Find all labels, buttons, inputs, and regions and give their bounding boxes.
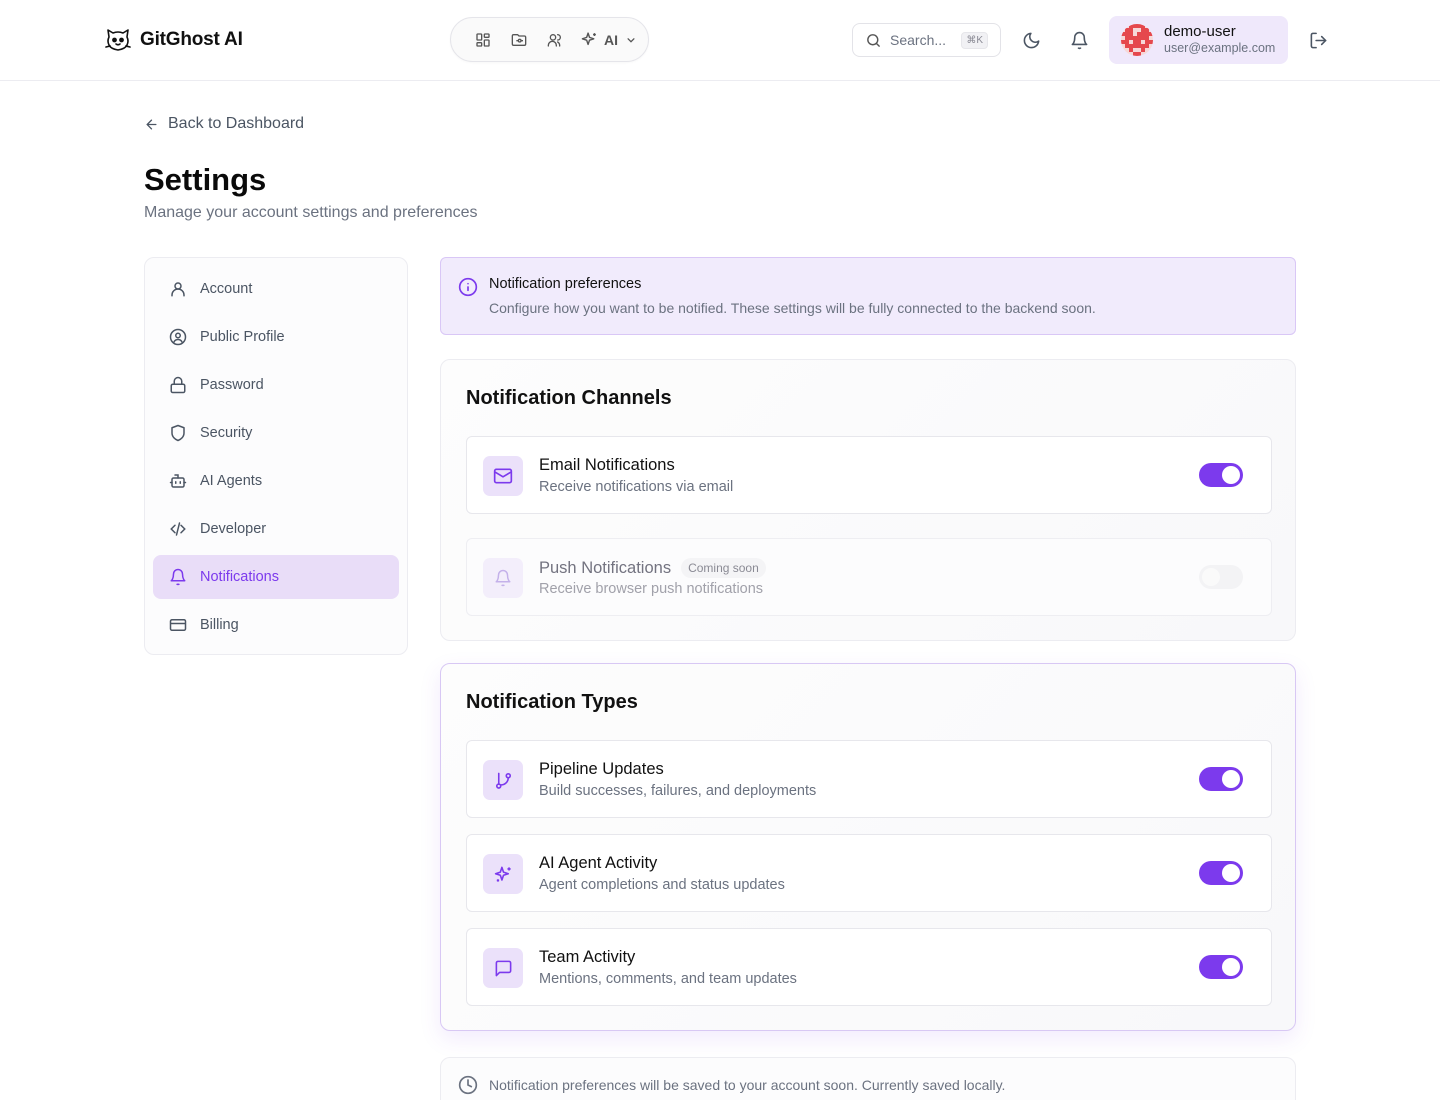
message-square-icon: [483, 948, 523, 988]
row-title: AI Agent Activity: [539, 854, 658, 872]
search-icon: [867, 33, 880, 47]
app-name: GitGhost AI: [140, 29, 243, 50]
info-banner: Notification preferences Configure how y…: [440, 257, 1296, 335]
coming-soon-badge: Coming soon: [681, 558, 766, 578]
mail-icon: [483, 456, 523, 496]
notifications-button[interactable]: [1065, 26, 1093, 54]
row-description: Receive notifications via email: [539, 479, 734, 495]
search-input[interactable]: Search... ⌘K: [852, 23, 1001, 57]
card-title: Notification Channels: [466, 387, 672, 409]
avatar: [1121, 24, 1153, 56]
row-title: Pipeline Updates: [539, 760, 664, 778]
chevron-down-icon: [627, 37, 635, 43]
pipeline-updates-toggle[interactable]: [1199, 767, 1243, 791]
code-icon: [170, 522, 186, 536]
layout-grid-icon: [476, 32, 490, 47]
row-description: Mentions, comments, and team updates: [539, 971, 797, 987]
sidebar-item-developer[interactable]: Developer: [153, 507, 399, 551]
sidebar-item-label: Notifications: [200, 569, 279, 585]
save-status-text: Notification preferences will be saved t…: [489, 1077, 1006, 1093]
push-notifications-row: Push Notifications Coming soon Receive b…: [466, 538, 1272, 616]
git-branch-icon: [483, 760, 523, 800]
nav-ai-dropdown[interactable]: AI: [573, 31, 638, 48]
sparkles-icon: [581, 32, 596, 46]
bell-icon: [1071, 31, 1087, 49]
settings-sidebar: Account Public Profile Password Security…: [144, 257, 408, 655]
ghost-logo-icon: [104, 27, 132, 53]
folder-git-icon: [511, 33, 527, 46]
nav-dashboard-button[interactable]: [465, 24, 501, 56]
back-to-dashboard-link[interactable]: Back to Dashboard: [144, 115, 304, 133]
top-header: GitGhost AI AI Search... ⌘K demo-user us…: [0, 0, 1440, 81]
ai-agent-activity-toggle[interactable]: [1199, 861, 1243, 885]
main-nav: AI: [450, 17, 649, 62]
arrow-left-icon: [146, 119, 157, 129]
notification-types-card: Notification Types Pipeline Updates Buil…: [440, 663, 1296, 1031]
row-title: Email Notifications: [539, 456, 675, 474]
team-activity-toggle[interactable]: [1199, 955, 1243, 979]
row-description: Agent completions and status updates: [539, 877, 785, 893]
card-title: Notification Types: [466, 691, 638, 713]
page-title: Settings: [144, 162, 267, 197]
bot-icon: [169, 474, 187, 488]
sidebar-item-label: Account: [200, 281, 253, 297]
ai-agent-activity-row: AI Agent Activity Agent completions and …: [466, 834, 1272, 912]
sidebar-item-label: Security: [200, 425, 253, 441]
email-notifications-toggle[interactable]: [1199, 463, 1243, 487]
user-circle-icon: [169, 328, 187, 346]
sparkles-icon: [483, 854, 523, 894]
sidebar-item-notifications[interactable]: Notifications: [153, 555, 399, 599]
sidebar-item-billing[interactable]: Billing: [153, 603, 399, 647]
search-placeholder: Search...: [890, 32, 947, 48]
logout-button[interactable]: [1304, 26, 1332, 54]
bell-icon: [170, 568, 186, 586]
row-title: Team Activity: [539, 948, 636, 966]
clock-icon: [458, 1075, 478, 1095]
info-icon: [458, 277, 478, 297]
row-title: Push Notifications: [539, 558, 672, 577]
notification-channels-card: Notification Channels Email Notification…: [440, 359, 1296, 641]
sidebar-item-label: Public Profile: [200, 329, 285, 345]
sidebar-item-ai-agents[interactable]: AI Agents: [153, 459, 399, 503]
sidebar-item-account[interactable]: Account: [153, 267, 399, 311]
back-label: Back to Dashboard: [168, 115, 305, 132]
nav-team-button[interactable]: [537, 24, 573, 56]
team-activity-row: Team Activity Mentions, comments, and te…: [466, 928, 1272, 1006]
users-icon: [547, 33, 561, 47]
nav-repos-button[interactable]: [501, 24, 537, 56]
moon-icon: [1023, 32, 1039, 48]
user-email: user@example.com: [1164, 41, 1276, 55]
bell-icon: [483, 558, 523, 598]
banner-text: Configure how you want to be notified. T…: [489, 300, 1096, 316]
email-notifications-row: Email Notifications Receive notification…: [466, 436, 1272, 514]
credit-card-icon: [169, 619, 187, 631]
sidebar-item-label: AI Agents: [200, 473, 263, 489]
nav-ai-label: AI: [604, 31, 618, 48]
row-description: Build successes, failures, and deploymen…: [539, 783, 817, 799]
user-name: demo-user: [1164, 23, 1236, 40]
shield-icon: [171, 424, 185, 442]
search-shortcut: ⌘K: [961, 31, 988, 49]
sidebar-item-security[interactable]: Security: [153, 411, 399, 455]
page-subtitle: Manage your account settings and prefere…: [144, 204, 478, 221]
sidebar-item-public-profile[interactable]: Public Profile: [153, 315, 399, 359]
banner-title: Notification preferences: [489, 276, 642, 292]
user-menu-button[interactable]: demo-user user@example.com: [1109, 16, 1288, 64]
sidebar-item-label: Billing: [200, 617, 239, 633]
row-title-wrap: Push Notifications Coming soon: [539, 558, 766, 578]
row-description: Receive browser push notifications: [539, 581, 764, 597]
save-status-note: Notification preferences will be saved t…: [440, 1057, 1296, 1100]
sidebar-item-label: Password: [200, 377, 264, 393]
push-notifications-toggle[interactable]: [1199, 565, 1243, 589]
app-logo[interactable]: GitGhost AI: [104, 27, 243, 53]
lock-icon: [170, 376, 186, 394]
theme-toggle-button[interactable]: [1017, 26, 1045, 54]
sidebar-item-label: Developer: [200, 521, 267, 537]
sidebar-item-password[interactable]: Password: [153, 363, 399, 407]
user-icon: [171, 282, 185, 297]
pipeline-updates-row: Pipeline Updates Build successes, failur…: [466, 740, 1272, 818]
log-out-icon: [1310, 32, 1326, 48]
